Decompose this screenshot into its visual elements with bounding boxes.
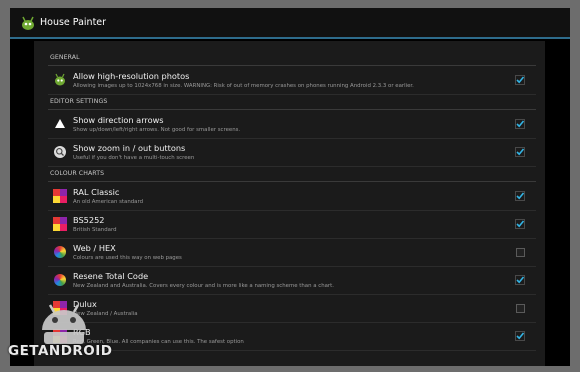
setting-resene-total-code[interactable]: Resene Total Code New Zealand and Austra…: [48, 267, 536, 295]
setting-subtitle: Useful if you don't have a multi-touch s…: [73, 155, 195, 161]
colour-wheel-icon: [53, 245, 67, 259]
checkbox-unchecked-icon[interactable]: [516, 248, 525, 257]
setting-subtitle: Allowing images up to 1024x768 in size. …: [73, 83, 414, 89]
checkbox-unchecked-icon[interactable]: [516, 304, 525, 313]
setting-dulux[interactable]: Dulux New Zealand / Australia: [48, 295, 536, 323]
setting-title: Show zoom in / out buttons: [73, 143, 186, 153]
setting-title: Show direction arrows: [73, 115, 164, 125]
setting-zoom-buttons[interactable]: Show zoom in / out buttons Useful if you…: [48, 139, 536, 167]
colour-wheel-icon: [53, 273, 67, 287]
watermark-text: GETANDROID: [8, 343, 113, 359]
setting-title: Resene Total Code: [73, 271, 149, 281]
setting-subtitle: Show up/down/left/right arrows. Not good…: [73, 127, 241, 133]
app-icon[interactable]: [19, 14, 37, 32]
zoom-icon: [54, 146, 66, 158]
colour-swatch-icon: [53, 217, 67, 231]
setting-high-resolution-photos[interactable]: Allow high-resolution photos Allowing im…: [48, 67, 536, 95]
section-header-general: GENERAL: [48, 51, 536, 66]
section-header-colour-charts: COLOUR CHARTS: [48, 167, 536, 182]
setting-subtitle: An old American standard: [73, 199, 144, 205]
checkbox-checked-icon[interactable]: [515, 147, 525, 157]
colour-swatch-icon: [53, 189, 67, 203]
checkbox-checked-icon[interactable]: [515, 331, 525, 341]
setting-web-hex[interactable]: Web / HEX Colours are used this way on w…: [48, 239, 536, 267]
checkbox-checked-icon[interactable]: [515, 191, 525, 201]
setting-title: RAL Classic: [73, 187, 120, 197]
setting-title: Web / HEX: [73, 243, 116, 253]
section-header-editor-settings: EDITOR SETTINGS: [48, 95, 536, 110]
android-bug-icon: [55, 73, 65, 86]
setting-bs5252[interactable]: BS5252 British Standard: [48, 211, 536, 239]
app-title: House Painter: [40, 17, 107, 28]
setting-direction-arrows[interactable]: Show direction arrows Show up/down/left/…: [48, 111, 536, 139]
checkbox-checked-icon[interactable]: [515, 119, 525, 129]
setting-subtitle: British Standard: [73, 227, 117, 233]
setting-subtitle: New Zealand and Australia. Covers every …: [73, 283, 334, 289]
action-bar-divider: [10, 37, 570, 39]
checkbox-checked-icon[interactable]: [515, 75, 525, 85]
watermark-logo: GETANDROID: [8, 300, 118, 366]
checkbox-checked-icon[interactable]: [515, 219, 525, 229]
setting-subtitle: Colours are used this way on web pages: [73, 255, 182, 261]
checkbox-checked-icon[interactable]: [515, 275, 525, 285]
android-robot-icon: [42, 304, 86, 344]
setting-rgb[interactable]: RGB Red, Green, Blue. All companies can …: [48, 323, 536, 351]
setting-title: Allow high-resolution photos: [73, 71, 190, 81]
action-bar: House Painter: [10, 8, 570, 39]
setting-title: BS5252: [73, 215, 105, 225]
setting-ral-classic[interactable]: RAL Classic An old American standard: [48, 183, 536, 211]
arrow-up-icon: [55, 119, 65, 128]
